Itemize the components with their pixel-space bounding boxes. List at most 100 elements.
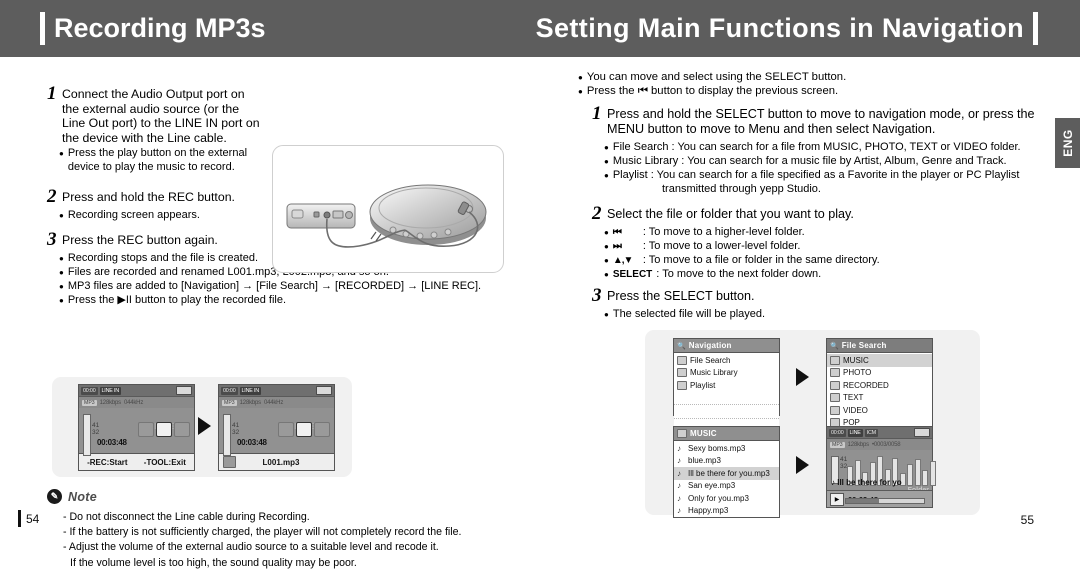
- progress-bar[interactable]: [845, 498, 925, 504]
- list-item-empty: [674, 405, 779, 419]
- bullet-item: ● SELECT : To move to the next folder do…: [604, 268, 1044, 282]
- right-step-2-bullets: ● ⏮ : To move to a higher-level folder. …: [604, 226, 1044, 282]
- lcd-main-area: 41 32 LINE IN 00:03:48: [79, 408, 194, 456]
- note-item: If the volume level is too high, the sou…: [70, 556, 357, 569]
- lcd-samplerate: 044kHz: [263, 399, 284, 406]
- lcd-status-time: 00:00: [81, 386, 98, 395]
- header-left-group: Recording MP3s: [40, 12, 266, 45]
- line-in-icon-selected: [156, 422, 172, 437]
- list-item[interactable]: PHOTO: [827, 367, 932, 380]
- left-step-1-text: Connect the Audio Output port on the ext…: [62, 87, 260, 145]
- folder-icon: [830, 405, 840, 415]
- page-footer-right: 55: [1021, 513, 1034, 527]
- page-number-accent-bar: [18, 510, 21, 527]
- left-step-2-number: 2: [47, 186, 57, 207]
- lcd-recorded-filename: L001.mp3: [262, 457, 300, 467]
- list-item-label: File Search: [690, 355, 731, 365]
- screen-music-header: MUSIC: [674, 427, 779, 441]
- lcd-elapsed-time: 00:03:48: [97, 438, 127, 447]
- bullet-dot-icon: ●: [604, 171, 609, 180]
- list-item[interactable]: VIDEO: [827, 404, 932, 417]
- play-icon[interactable]: ▶: [830, 492, 844, 506]
- bullet-text: File Search : You can search for a file …: [612, 141, 1021, 153]
- left-step-2-bullets: ● Recording screen appears.: [59, 209, 289, 223]
- list-item[interactable]: MUSIC: [827, 354, 932, 367]
- right-step-3-number: 3: [592, 285, 602, 306]
- flow-arrow-icon: [796, 368, 809, 386]
- list-item-label: TEXT: [843, 393, 864, 403]
- list-item[interactable]: ♪ Ill be there for you.mp3: [674, 467, 779, 480]
- list-item[interactable]: Music Library: [674, 367, 779, 380]
- screen-now-playing: 00:00 LINE ICM MP3 128kbps •0003/0058 41…: [826, 426, 936, 508]
- flow-arrow-icon: [796, 456, 809, 474]
- folder-icon: [830, 380, 840, 390]
- bullet-item: ● The selected file will be played.: [604, 308, 1004, 322]
- left-step-3-number: 3: [47, 229, 57, 250]
- bullet-text: Recording screen appears.: [67, 209, 200, 221]
- list-item[interactable]: ♪ Happy.mp3: [674, 505, 779, 518]
- right-step-2: 2 Select the file or folder that you wan…: [592, 204, 1032, 223]
- bullet-item: ● Recording screen appears.: [59, 209, 289, 223]
- list-item-label: MUSIC: [843, 355, 869, 365]
- note-title: Note: [68, 489, 97, 504]
- volume-value-top: 41: [232, 422, 240, 429]
- right-step-1-bullets: ● File Search : You can search for a fil…: [604, 141, 1054, 197]
- folder-icon: [677, 355, 687, 365]
- music-note-icon: ♪: [677, 456, 681, 466]
- note-header: ✎ Note: [47, 489, 517, 504]
- bullet-text: Playlist : You can search for a file spe…: [612, 169, 1020, 181]
- bullet-dot-icon: ●: [59, 254, 64, 263]
- lcd-screen-recorded-file: 00:00 LINE IN MP3 128kbps 044kHz 41 32 L…: [218, 384, 335, 471]
- bullet-text: : To move to a lower-level folder.: [642, 240, 801, 252]
- lcd-status-bar: 00:00 LINE IN: [219, 385, 334, 397]
- lcd-codec: MP3: [82, 399, 97, 406]
- list-item-label: blue.mp3: [688, 456, 721, 466]
- list-item-label: Music Library: [690, 368, 738, 378]
- player-track-title: ♪ Ill be there for yo: [831, 478, 902, 487]
- bullet-dot-icon: ●: [59, 149, 64, 158]
- bullet-item: ● Music Library : You can search for a m…: [604, 155, 1054, 169]
- lcd-status-bar: 00:00 LINE IN: [79, 385, 194, 397]
- lcd-main-area: 41 32 LINE IN 00:03:48: [219, 408, 334, 456]
- list-item[interactable]: ♪ Sexy boms.mp3: [674, 442, 779, 455]
- list-item-label: Ill be there for you.mp3: [688, 468, 770, 478]
- recording-screens-panel: 00:00 LINE IN MP3 128kbps 044kHz 41 32 L…: [52, 377, 352, 477]
- line-in-icon-selected: [296, 422, 312, 437]
- right-step-2-text: Select the file or folder that you want …: [607, 207, 854, 221]
- bullet-dot-icon: ●: [604, 157, 609, 166]
- music-note-icon: ♪: [677, 468, 681, 478]
- screen-file-search-header: 🔍 File Search: [827, 339, 932, 353]
- list-item[interactable]: ♪ blue.mp3: [674, 455, 779, 468]
- folder-icon: [677, 429, 687, 438]
- header-right-group: Setting Main Functions in Navigation: [536, 12, 1038, 45]
- left-step-3-text: Press the REC button again.: [62, 233, 218, 247]
- list-item[interactable]: RECORDED: [827, 379, 932, 392]
- right-step-1-number: 1: [592, 103, 602, 124]
- left-step-1-number: 1: [47, 83, 57, 104]
- bullet-dot-icon: ●: [59, 296, 64, 305]
- music-note-icon: ♪: [677, 443, 681, 453]
- list-item-label: PHOTO: [843, 368, 872, 378]
- list-item[interactable]: File Search: [674, 354, 779, 367]
- bullet-dot-icon: ●: [604, 228, 609, 237]
- illustration-svg: [286, 184, 487, 248]
- bullet-item: ● Playlist : You can search for a file s…: [604, 169, 1054, 183]
- battery-icon: [176, 386, 192, 395]
- radio-icon: [138, 422, 154, 437]
- bullet-text: You can move and select using the SELECT…: [586, 71, 847, 83]
- list-item[interactable]: ♪ Only for you.mp3: [674, 492, 779, 505]
- bullet-item: ● Press the ▶II button to play the recor…: [59, 294, 519, 308]
- mic-icon: [174, 422, 190, 437]
- bullet-item: ● ▲,▼ : To move to a file or folder in t…: [604, 254, 1044, 268]
- folder-icon: [677, 380, 687, 390]
- lcd-bitrate: 128kbps: [99, 399, 121, 406]
- list-item[interactable]: ♪ San eye.mp3: [674, 480, 779, 493]
- lcd-status-time: 00:00: [221, 386, 238, 395]
- list-item[interactable]: Playlist: [674, 379, 779, 392]
- bullet-text: The selected file will be played.: [612, 308, 766, 320]
- bullet-item: ● Press the ⏮ button to display the prev…: [578, 85, 998, 99]
- left-step-1-bullets: ● Press the play button on the external …: [59, 147, 269, 174]
- bullet-item: ● Press the play button on the external …: [59, 147, 269, 174]
- list-item[interactable]: TEXT: [827, 392, 932, 405]
- lcd-codec-bar: MP3 128kbps 044kHz: [219, 397, 334, 408]
